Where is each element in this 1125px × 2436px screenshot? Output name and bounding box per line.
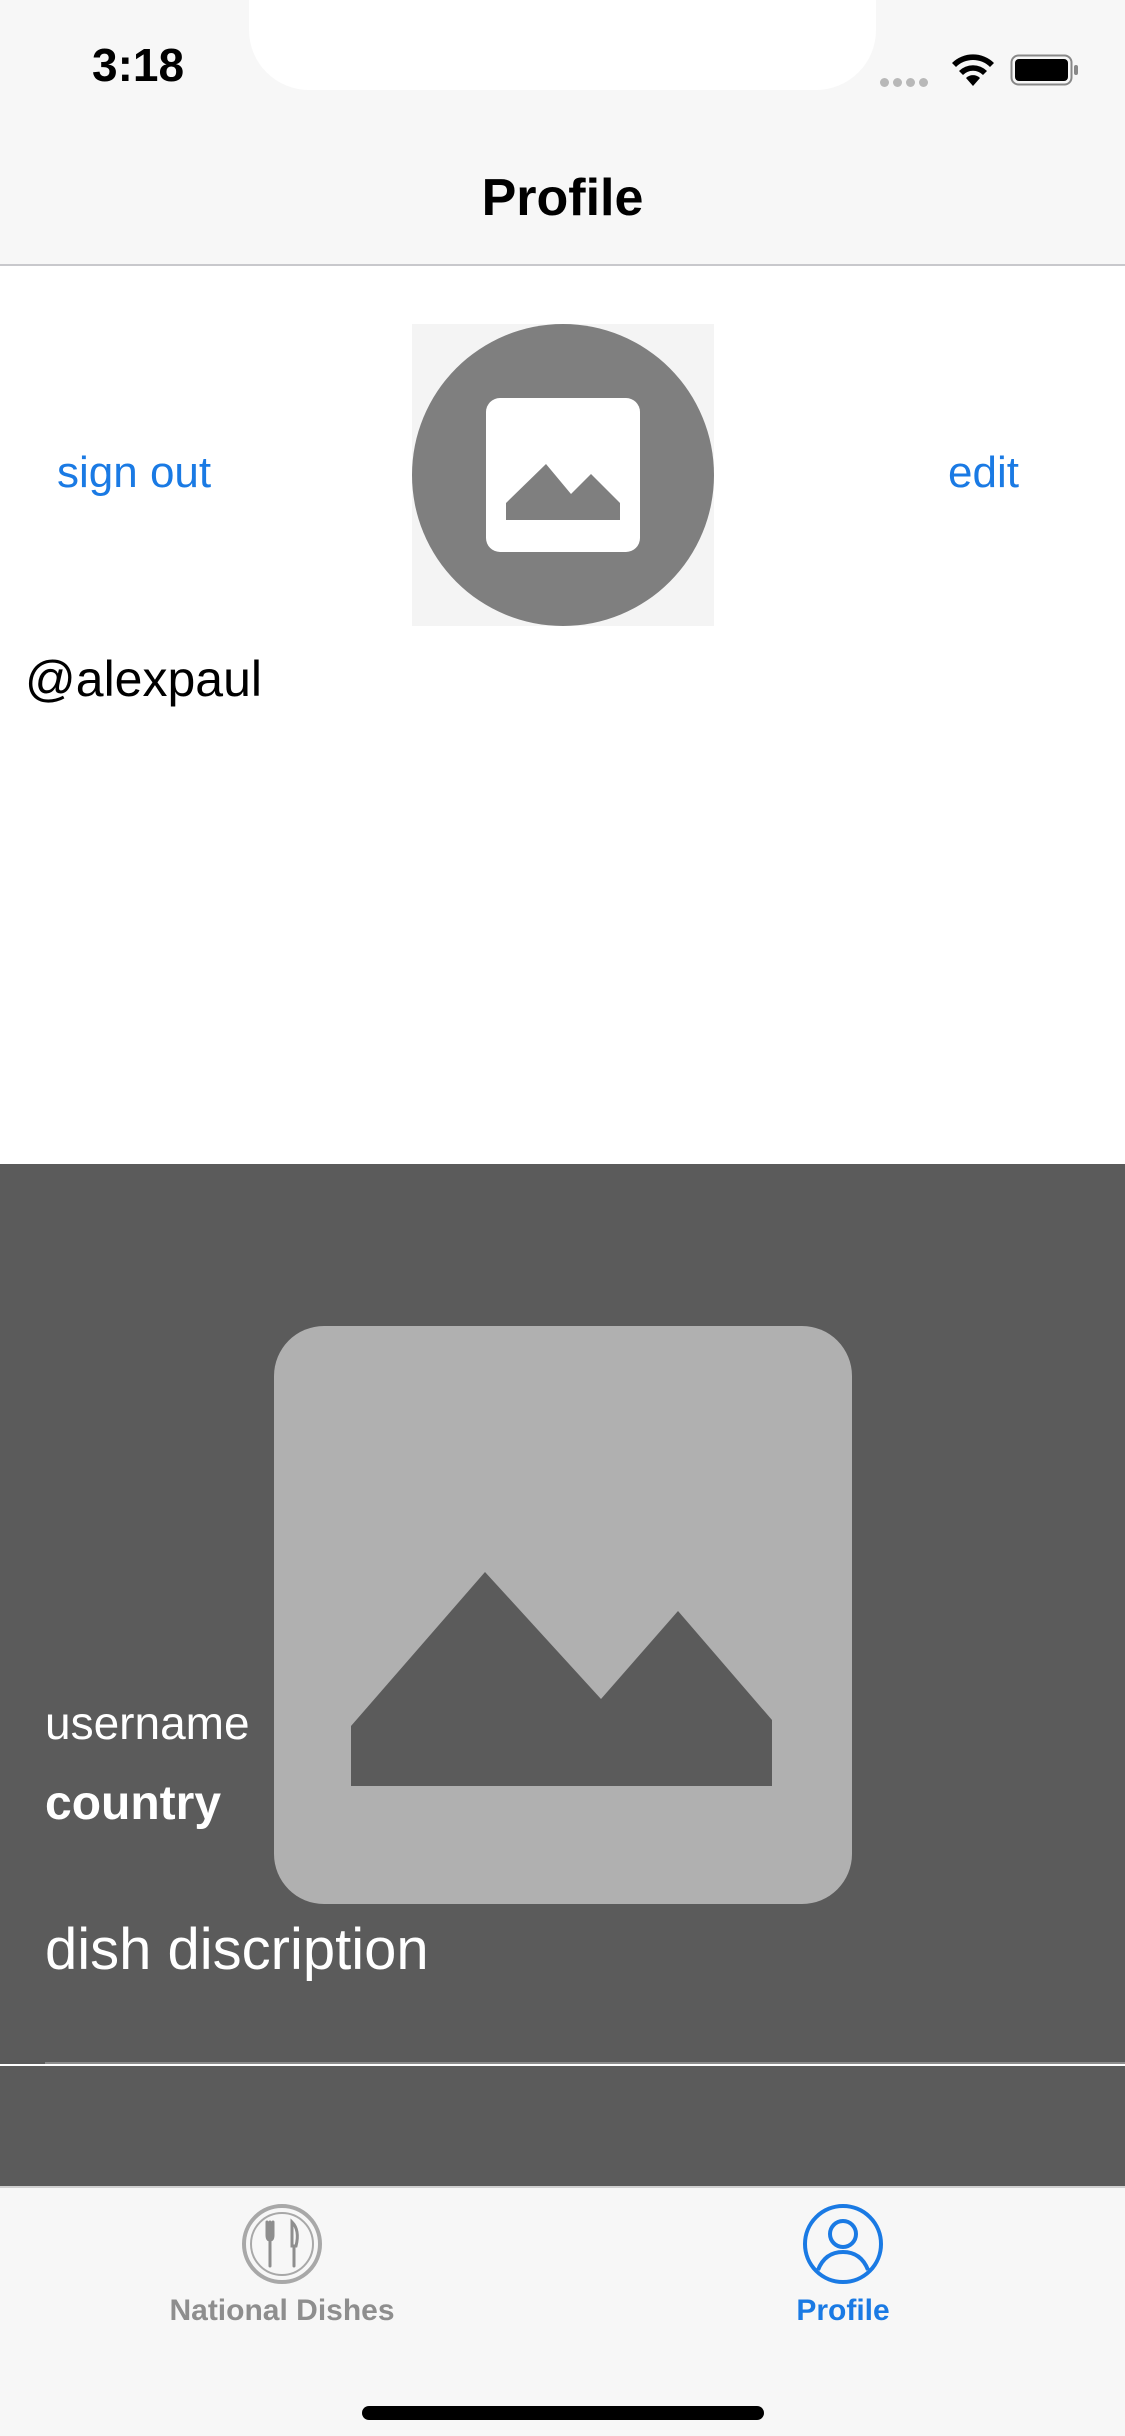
tab-bar: National Dishes Profile bbox=[0, 2186, 1125, 2436]
device-notch bbox=[249, 0, 876, 90]
edit-button[interactable]: edit bbox=[948, 448, 1019, 498]
fork-knife-icon bbox=[242, 2204, 322, 2284]
username-handle: @alexpaul bbox=[25, 651, 263, 707]
avatar bbox=[412, 324, 714, 626]
photo-placeholder-icon bbox=[274, 1326, 852, 1904]
person-circle-icon bbox=[803, 2204, 883, 2284]
sign-out-button[interactable]: sign out bbox=[57, 448, 211, 498]
dish-country: country bbox=[45, 1777, 222, 1830]
status-bar: 3:18 bbox=[0, 0, 1125, 132]
tab-label-national-dishes: National Dishes bbox=[169, 2294, 395, 2327]
navigation-bar: Profile bbox=[0, 132, 1125, 266]
dish-username: username bbox=[45, 1697, 250, 1749]
home-indicator bbox=[362, 2406, 764, 2420]
dish-cell[interactable]: username country dish discription bbox=[0, 1164, 1125, 2064]
tab-label-profile: Profile bbox=[796, 2294, 890, 2327]
table-empty-area bbox=[0, 2066, 1125, 2186]
profile-header: sign out edit @alexpaul bbox=[0, 266, 1125, 1164]
battery-icon bbox=[1010, 54, 1078, 86]
page-title: Profile bbox=[481, 169, 644, 227]
wifi-icon bbox=[952, 54, 994, 86]
photo-placeholder-icon bbox=[486, 398, 640, 552]
signal-dots-icon bbox=[880, 74, 934, 87]
profile-screen: 3:18 Profile sign out edit @alexpaul use… bbox=[0, 0, 1125, 2436]
dish-description: dish discription bbox=[45, 1917, 429, 1982]
tab-profile[interactable]: Profile bbox=[633, 2202, 1053, 2328]
status-time: 3:18 bbox=[92, 39, 185, 91]
avatar-button[interactable] bbox=[412, 324, 714, 626]
cell-separator bbox=[45, 2062, 1125, 2064]
tab-national-dishes[interactable]: National Dishes bbox=[72, 2202, 492, 2328]
